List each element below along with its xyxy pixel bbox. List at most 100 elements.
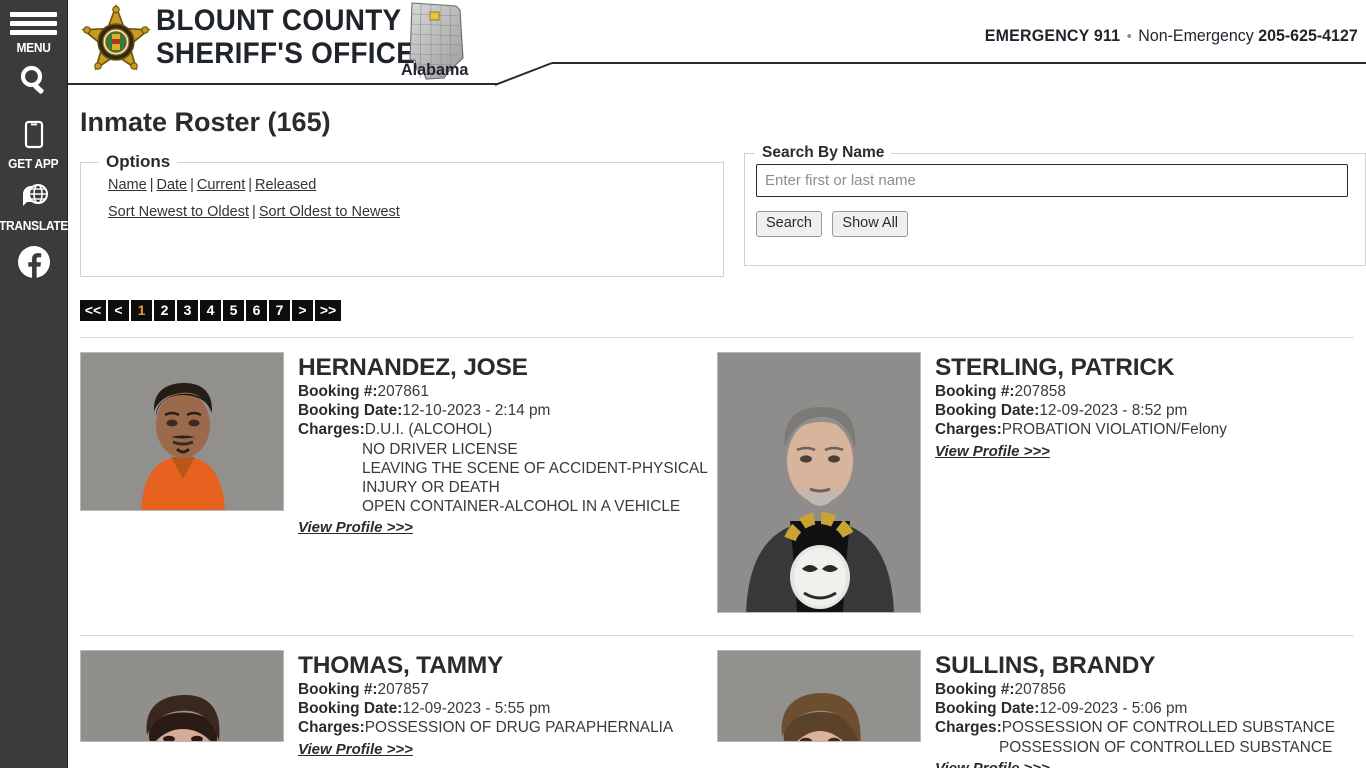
inmate-charges-first: Charges:PROBATION VIOLATION/Felony — [935, 420, 1354, 439]
inmate-booking-date: Booking Date:12-09-2023 - 5:06 pm — [935, 699, 1354, 718]
inmate-booking-number: Booking #:207857 — [298, 680, 717, 699]
facebook-icon — [17, 246, 50, 283]
left-utility-sidebar: MENU GET APP TRANSLATE — [0, 0, 68, 768]
option-link-date[interactable]: Date — [156, 177, 187, 193]
page-prev-button[interactable]: < — [108, 300, 129, 321]
header-border-right — [552, 62, 1366, 64]
inmate-name: THOMAS, TAMMY — [298, 652, 504, 679]
page-button-4[interactable]: 4 — [200, 300, 221, 321]
charge-value-0: POSSESSION OF CONTROLLED SUBSTANCE — [1001, 719, 1335, 737]
menu-label: MENU — [16, 40, 51, 55]
options-filter-row: Name | Date | Current | Released — [81, 172, 723, 199]
page-button-6[interactable]: 6 — [246, 300, 267, 321]
view-profile-link[interactable]: View Profile >>> — [298, 519, 413, 536]
inmate-info: SULLINS, BRANDY Booking #:207856 Booking… — [921, 650, 1354, 768]
mugshot-photo[interactable] — [717, 352, 921, 613]
page-button-3[interactable]: 3 — [177, 300, 198, 321]
roster-row: THOMAS, TAMMY Booking #:207857 Booking D… — [68, 650, 1366, 768]
inmate-charges-first: Charges:POSSESSION OF CONTROLLED SUBSTAN… — [935, 718, 1354, 737]
view-profile-link[interactable]: View Profile >>> — [935, 443, 1050, 460]
option-link-current[interactable]: Current — [197, 177, 245, 193]
inmate-charges-first: Charges:D.U.I. (ALCOHOL) — [298, 420, 717, 439]
page-last-button[interactable]: >> — [315, 300, 341, 321]
options-panel: Options Name | Date | Current | Released Sort … — [80, 152, 724, 277]
main-content: Inmate Roster (165) Options Name | Date | Cu… — [68, 86, 1366, 768]
inmate-roster-list: HERNANDEZ, JOSE Booking #:207861 Booking… — [68, 352, 1366, 768]
page-next-button[interactable]: > — [292, 300, 313, 321]
option-sep-1: | — [149, 177, 154, 193]
inmate-booking-number: Booking #:207858 — [935, 382, 1354, 401]
inmate-card: STERLING, PATRICK Booking #:207858 Booki… — [717, 352, 1354, 613]
sidebar-item-get-app[interactable]: GET APP — [0, 120, 68, 170]
mugshot-photo[interactable] — [80, 352, 284, 511]
emergency-contact-bar: EMERGENCY 911 • Non-Emergency 205-625-4127 — [985, 26, 1358, 46]
non-emergency-phone[interactable]: 205-625-4127 — [1258, 26, 1358, 45]
charges-label: Charges: — [935, 719, 1002, 737]
sidebar-item-facebook[interactable] — [0, 246, 68, 283]
page-button-5[interactable]: 5 — [223, 300, 244, 321]
booking-date-label: Booking Date: — [298, 402, 403, 420]
sidebar-item-translate[interactable]: TRANSLATE — [0, 182, 68, 232]
page-button-1[interactable]: 1 — [131, 300, 152, 321]
page-button-7[interactable]: 7 — [269, 300, 290, 321]
inmate-card: THOMAS, TAMMY Booking #:207857 Booking D… — [80, 650, 717, 768]
show-all-button[interactable]: Show All — [832, 211, 909, 238]
pagination: << <1 2 3 4 5 6 7 > >> — [80, 300, 1366, 322]
page-first-button[interactable]: << — [80, 300, 106, 321]
inmate-charges-first: Charges:POSSESSION OF DRUG PARAPHERNALIA — [298, 718, 717, 737]
inmate-card: SULLINS, BRANDY Booking #:207856 Booking… — [717, 650, 1354, 768]
view-profile-link[interactable]: View Profile >>> — [935, 760, 1050, 768]
sidebar-search-button[interactable] — [0, 58, 68, 106]
page-title: Inmate Roster (165) — [80, 107, 331, 137]
mugshot-photo[interactable] — [80, 650, 284, 742]
inmate-booking-number: Booking #:207861 — [298, 382, 717, 401]
hamburger-icon — [10, 12, 57, 39]
controls-panels: Options Name | Date | Current | Released Sort … — [68, 144, 1366, 282]
option-link-name[interactable]: Name — [108, 177, 147, 193]
inmate-info: STERLING, PATRICK Booking #:207858 Booki… — [921, 352, 1354, 613]
search-icon — [17, 63, 51, 102]
booking-date-value: 12-09-2023 - 8:52 pm — [1039, 402, 1188, 420]
booking-number-label: Booking #: — [935, 681, 1015, 698]
get-app-label: GET APP — [8, 156, 59, 171]
separator-dot: • — [1127, 28, 1132, 45]
booking-date-value: 12-10-2023 - 2:14 pm — [402, 402, 551, 420]
search-input[interactable] — [756, 164, 1348, 197]
charge-value-0: PROBATION VIOLATION/Felony — [1001, 421, 1227, 439]
translate-label: TRANSLATE — [0, 218, 69, 233]
site-wordmark: BLOUNT COUNTY SHERIFF'S OFFICE — [156, 4, 415, 70]
search-panel: Search By Name Search Show All — [744, 144, 1366, 266]
booking-number-value: 207861 — [377, 383, 429, 400]
inmate-booking-date: Booking Date:12-10-2023 - 2:14 pm — [298, 401, 717, 420]
inmate-charge-extra: OPEN CONTAINER-ALCOHOL IN A VEHICLE — [362, 498, 681, 516]
inmate-booking-date: Booking Date:12-09-2023 - 8:52 pm — [935, 401, 1354, 420]
search-button[interactable]: Search — [756, 211, 822, 238]
charges-label: Charges: — [935, 421, 1002, 439]
booking-number-label: Booking #: — [935, 383, 1015, 400]
org-name-line2: SHERIFF'S OFFICE — [156, 37, 416, 70]
booking-date-label: Booking Date: — [935, 402, 1040, 420]
menu-button[interactable]: MENU — [0, 0, 68, 58]
inmate-name: SULLINS, BRANDY — [935, 652, 1156, 679]
non-emergency-label: Non-Emergency — [1138, 26, 1255, 45]
charges-label: Charges: — [298, 719, 365, 737]
option-sep-2: | — [190, 177, 194, 193]
option-link-sort-newest-oldest[interactable]: Sort Newest to Oldest — [108, 204, 249, 220]
mugshot-photo[interactable] — [717, 650, 921, 742]
option-link-sort-oldest-newest[interactable]: Sort Oldest to Newest — [259, 204, 400, 220]
booking-date-value: 12-09-2023 - 5:06 pm — [1039, 700, 1188, 718]
view-profile-link[interactable]: View Profile >>> — [298, 741, 413, 758]
divider-middle — [80, 635, 1354, 636]
booking-number-label: Booking #: — [298, 383, 378, 400]
booking-number-value: 207856 — [1014, 681, 1066, 698]
page-button-2[interactable]: 2 — [154, 300, 175, 321]
search-button-row: Search Show All — [756, 211, 1365, 238]
state-label: Alabama — [401, 60, 469, 79]
emergency-number-label: EMERGENCY 911 — [985, 26, 1121, 45]
inmate-charge-extra: NO DRIVER LICENSE — [362, 440, 518, 458]
option-link-released[interactable]: Released — [255, 177, 316, 193]
inmate-charge-extra: LEAVING THE SCENE OF ACCIDENT-PHYSICAL I… — [362, 459, 708, 497]
booking-date-label: Booking Date: — [935, 700, 1040, 718]
divider-top — [80, 337, 1354, 338]
booking-number-label: Booking #: — [298, 681, 378, 698]
